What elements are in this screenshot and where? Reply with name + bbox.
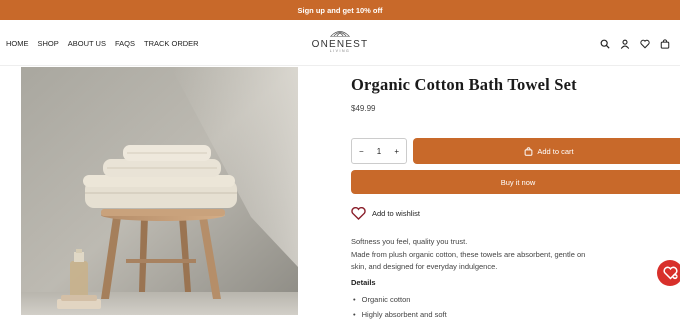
quantity-increase-button[interactable]: +: [394, 147, 399, 156]
quantity-value[interactable]: 1: [377, 147, 381, 156]
add-to-wishlist-button[interactable]: Add to wishlist: [351, 207, 420, 220]
nav-home[interactable]: HOME: [6, 39, 29, 48]
list-item: Organic cotton: [353, 292, 447, 307]
buy-now-label: Buy it now: [500, 177, 536, 187]
product-image[interactable]: [21, 67, 298, 315]
add-to-cart-button[interactable]: Add to cart: [413, 138, 680, 164]
product-title: Organic Cotton Bath Towel Set: [351, 75, 577, 94]
description-body: Made from plush organic cotton, these to…: [351, 249, 586, 272]
wishlist-label: Add to wishlist: [372, 209, 420, 218]
product-info: Organic Cotton Bath Towel Set $49.99: [351, 75, 680, 113]
nav-faqs[interactable]: FAQS: [115, 39, 135, 48]
details-list: Organic cotton Highly absorbent and soft: [353, 292, 447, 322]
heart-icon: [351, 207, 366, 220]
product-price: $49.99: [351, 104, 376, 113]
quantity-decrease-button[interactable]: −: [359, 147, 364, 156]
cart-bag-icon[interactable]: [659, 38, 670, 49]
account-icon[interactable]: [619, 38, 630, 49]
brand-logo[interactable]: ONENEST LIVING: [307, 28, 373, 53]
add-to-cart-label: Add to cart: [537, 146, 574, 156]
header-actions: [599, 38, 670, 49]
product-description: Softness you feel, quality you trust. Ma…: [351, 236, 591, 274]
heart-icon: [662, 266, 678, 280]
header-divider: [0, 65, 680, 66]
search-icon[interactable]: [599, 38, 610, 49]
nav-about-us[interactable]: ABOUT US: [68, 39, 106, 48]
site-header: HOME SHOP ABOUT US FAQS TRACK ORDER ONEN…: [0, 20, 680, 65]
wishlist-heart-icon[interactable]: [639, 38, 650, 49]
quantity-stepper[interactable]: − 1 +: [351, 138, 407, 164]
purchase-row: − 1 + Add to cart: [351, 138, 680, 164]
details-heading: Details: [351, 278, 376, 287]
nav-track-order[interactable]: TRACK ORDER: [144, 39, 199, 48]
description-tagline: Softness you feel, quality you trust.: [351, 237, 468, 246]
announcement-text: Sign up and get 10% off: [297, 5, 383, 15]
buy-now-button[interactable]: Buy it now: [351, 170, 680, 194]
cart-bag-icon: [524, 146, 533, 156]
main-nav: HOME SHOP ABOUT US FAQS TRACK ORDER: [6, 39, 208, 48]
floating-wishlist-button[interactable]: [657, 260, 680, 286]
logo-mark-icon: [330, 31, 350, 37]
announcement-bar: Sign up and get 10% off: [0, 0, 680, 20]
nav-shop[interactable]: SHOP: [38, 39, 59, 48]
